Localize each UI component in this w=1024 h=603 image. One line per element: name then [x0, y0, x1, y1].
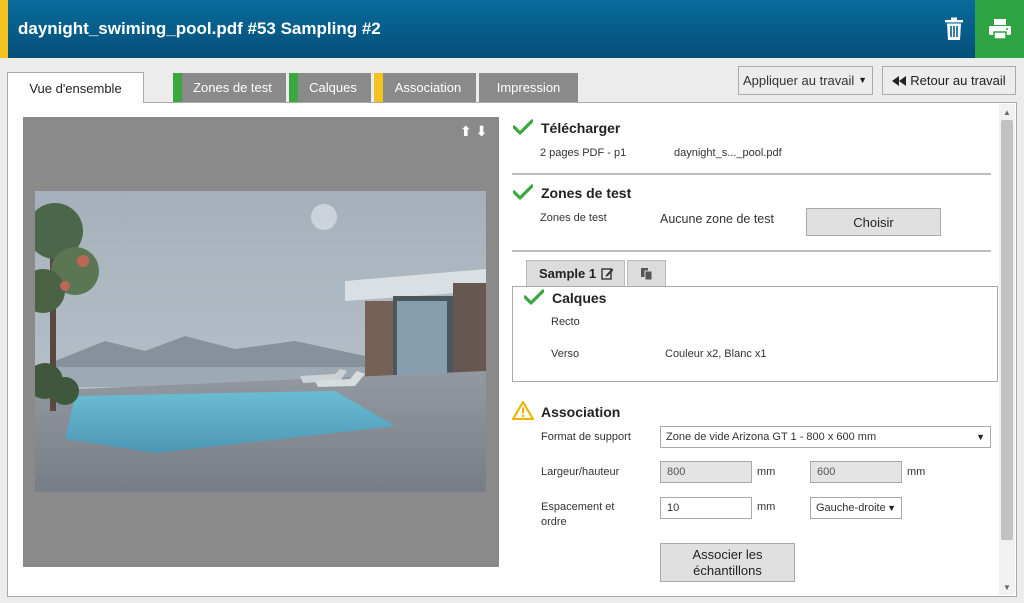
- tab-print[interactable]: Impression: [479, 73, 578, 102]
- caret-down-icon: ▼: [976, 432, 985, 442]
- tab-overview[interactable]: Vue d'ensemble: [7, 72, 144, 103]
- test-zones-value: Aucune zone de test: [660, 212, 774, 226]
- edit-icon[interactable]: [601, 267, 614, 280]
- divider: [512, 173, 991, 175]
- download-title: Télécharger: [541, 120, 621, 136]
- check-icon: [524, 289, 544, 305]
- size-label: Largeur/hauteur: [541, 466, 620, 478]
- warning-icon: [512, 401, 534, 420]
- tab-association[interactable]: Association: [374, 73, 476, 102]
- trash-icon: [945, 17, 963, 40]
- apply-to-job-dropdown[interactable]: Appliquer au travail ▼: [738, 66, 873, 95]
- double-chevron-left-icon: [892, 75, 907, 86]
- layers-title: Calques: [552, 290, 607, 306]
- width-unit: mm: [757, 466, 776, 478]
- print-button[interactable]: [975, 0, 1024, 58]
- order-select[interactable]: Gauche-droite ▼: [810, 497, 902, 519]
- download-filename: daynight_s..._pool.pdf: [674, 147, 782, 159]
- printer-icon: [988, 19, 1011, 40]
- height-input: [810, 461, 902, 483]
- caret-down-icon: ▼: [885, 503, 896, 513]
- height-unit: mm: [907, 466, 926, 478]
- app-header: daynight_swiming_pool.pdf #53 Sampling #…: [0, 0, 1024, 58]
- tab-test-zones-label: Zones de test: [193, 80, 272, 95]
- divider: [512, 250, 991, 252]
- check-icon: [513, 184, 533, 200]
- tab-status-flag: [289, 73, 298, 102]
- spacing-label-line1: Espacement et: [541, 501, 615, 513]
- tab-test-zones[interactable]: Zones de test: [173, 73, 286, 102]
- verso-label: Verso: [551, 348, 580, 360]
- associate-samples-label-line2: échantillons: [693, 562, 762, 578]
- download-pages: 2 pages PDF - p1: [540, 147, 627, 159]
- format-select-value: Zone de vide Arizona GT 1 - 800 x 600 mm: [666, 431, 877, 443]
- tab-overview-label: Vue d'ensemble: [29, 80, 122, 96]
- status-accent-bar: [0, 0, 8, 58]
- copy-icon: [641, 268, 653, 280]
- move-up-down-icon[interactable]: ⬆⬇: [460, 123, 491, 140]
- preview-image: [35, 191, 486, 492]
- tab-layers-label: Calques: [309, 80, 357, 95]
- tab-print-label: Impression: [496, 80, 561, 95]
- tab-association-label: Association: [394, 80, 462, 95]
- scrollbar-thumb[interactable]: [1001, 120, 1013, 540]
- test-zones-label: Zones de test: [540, 212, 607, 224]
- scroll-up-icon[interactable]: ▲: [1003, 108, 1011, 117]
- delete-button[interactable]: [934, 0, 974, 58]
- association-title: Association: [541, 404, 621, 420]
- check-icon: [513, 119, 533, 135]
- tab-status-flag: [374, 73, 383, 102]
- verso-value: Couleur x2, Blanc x1: [665, 348, 767, 360]
- back-to-job-label: Retour au travail: [910, 73, 1006, 88]
- tab-layers[interactable]: Calques: [289, 73, 371, 102]
- spacing-unit: mm: [757, 501, 776, 513]
- width-input: [660, 461, 752, 483]
- spacing-label-line2: ordre: [541, 516, 567, 528]
- back-to-job-button[interactable]: Retour au travail: [882, 66, 1016, 95]
- choose-button[interactable]: Choisir: [806, 208, 941, 236]
- duplicate-sample-tab[interactable]: [627, 260, 666, 286]
- sample-tab-label: Sample 1: [539, 266, 597, 281]
- associate-samples-label-line1: Associer les: [692, 546, 763, 562]
- test-zones-title: Zones de test: [541, 185, 632, 201]
- scroll-down-icon[interactable]: ▼: [1003, 583, 1011, 592]
- associate-samples-button[interactable]: Associer les échantillons: [660, 543, 795, 582]
- format-label: Format de support: [541, 431, 631, 443]
- page-title: daynight_swiming_pool.pdf #53 Sampling #…: [18, 19, 381, 38]
- tab-status-flag: [173, 73, 182, 102]
- recto-label: Recto: [551, 316, 580, 328]
- caret-down-icon: ▼: [858, 75, 867, 85]
- spacing-input[interactable]: [660, 497, 752, 519]
- apply-to-job-label: Appliquer au travail: [743, 73, 855, 88]
- choose-button-label: Choisir: [853, 214, 894, 230]
- sample-tab[interactable]: Sample 1: [526, 260, 625, 286]
- format-select[interactable]: Zone de vide Arizona GT 1 - 800 x 600 mm…: [660, 426, 991, 448]
- order-select-value: Gauche-droite: [816, 502, 886, 514]
- vertical-scrollbar[interactable]: ▲ ▼: [999, 104, 1015, 595]
